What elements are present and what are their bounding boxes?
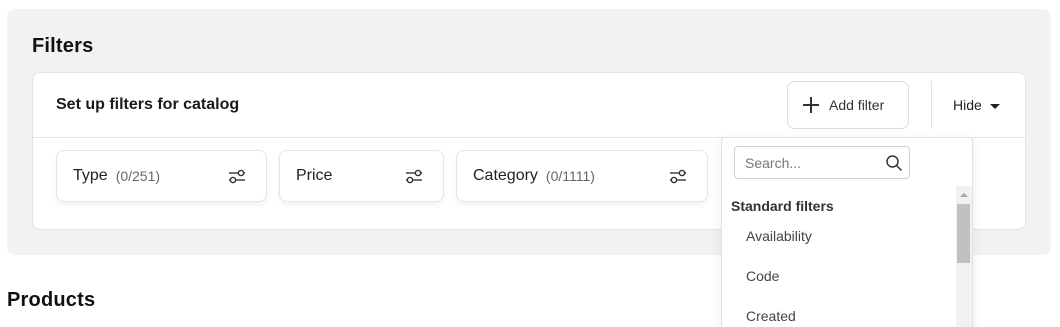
scrollbar-thumb[interactable] — [957, 204, 970, 263]
dropdown-search-input[interactable] — [745, 154, 875, 172]
header-divider — [931, 81, 932, 129]
dropdown-search-box — [734, 146, 910, 179]
scroll-up-arrow-icon[interactable] — [960, 193, 968, 197]
sliders-icon[interactable] — [669, 168, 687, 184]
standard-filters-group-label: Standard filters — [731, 198, 834, 214]
products-title: Products — [7, 289, 96, 311]
option-code[interactable]: Code — [746, 268, 779, 284]
hide-button[interactable]: Hide — [953, 97, 1000, 113]
chip-label: Price — [296, 167, 333, 184]
filter-chip-type[interactable]: Type (0/251) — [56, 150, 267, 202]
add-filter-dropdown: Standard filters Availability Code Creat… — [721, 137, 973, 327]
chip-count: (0/1111) — [545, 168, 595, 184]
filter-chip-price[interactable]: Price — [279, 150, 444, 202]
filters-title: Filters — [32, 35, 94, 57]
sliders-icon[interactable] — [228, 168, 246, 184]
filters-card-title: Set up filters for catalog — [56, 96, 240, 113]
option-availability[interactable]: Availability — [746, 228, 812, 244]
sliders-icon[interactable] — [405, 168, 423, 184]
filters-card-header: Set up filters for catalog Add filter Hi… — [33, 73, 1025, 138]
page: Filters Set up filters for catalog Add f… — [0, 0, 1060, 327]
add-filter-button[interactable]: Add filter — [787, 81, 909, 129]
dropdown-scrollbar[interactable] — [956, 186, 972, 327]
search-icon[interactable] — [885, 154, 903, 172]
add-filter-label: Add filter — [829, 97, 885, 113]
hide-label: Hide — [953, 97, 982, 113]
chip-label: Category — [473, 167, 538, 184]
caret-down-icon — [989, 103, 1000, 109]
plus-icon — [803, 97, 819, 113]
chip-count: (0/251) — [115, 168, 161, 184]
option-created[interactable]: Created — [746, 308, 796, 324]
filter-chip-category[interactable]: Category (0/1111) — [456, 150, 708, 202]
chip-label: Type — [73, 167, 108, 184]
